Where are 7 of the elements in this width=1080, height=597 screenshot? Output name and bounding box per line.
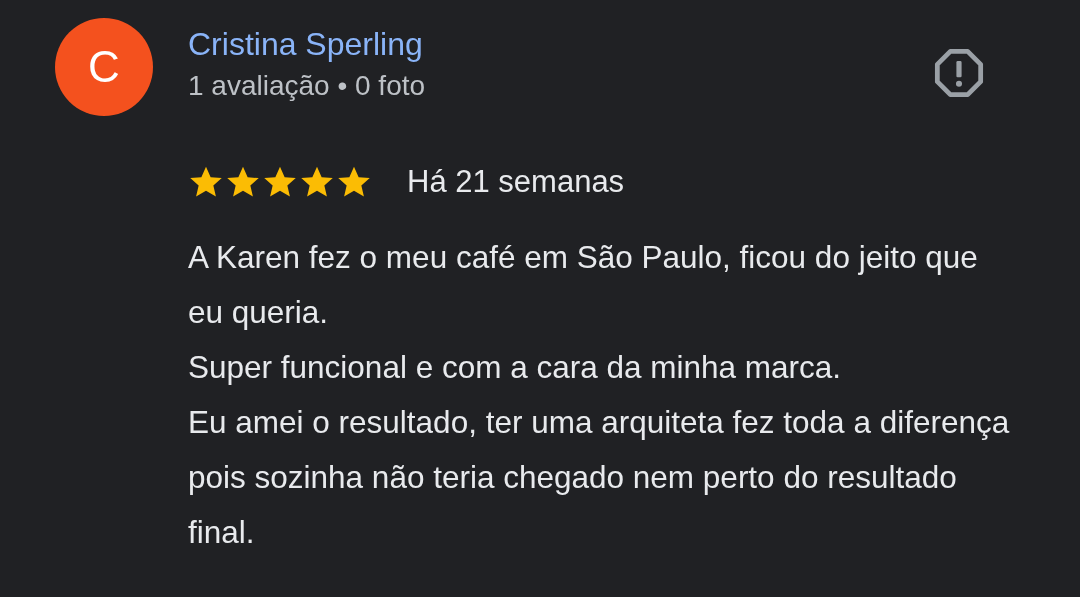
review-text: A Karen fez o meu café em São Paulo, ficou do jeito que eu queria. bbox=[188, 238, 979, 332]
author-name[interactable]: Cristina Sperling bbox=[188, 24, 933, 64]
author-stats: 1 avaliação • 0 foto bbox=[188, 69, 427, 103]
review-date: Há 21 semanas bbox=[407, 163, 625, 201]
review-text: Super funcional e com a cara da minha marca. bbox=[188, 348, 843, 387]
review-text: Eu amei o resultado, ter uma arquiteta fez toda a diferença pois sozinha não teria chegado nem perto do resultado final. bbox=[188, 403, 1011, 552]
report-icon[interactable] bbox=[933, 47, 985, 99]
